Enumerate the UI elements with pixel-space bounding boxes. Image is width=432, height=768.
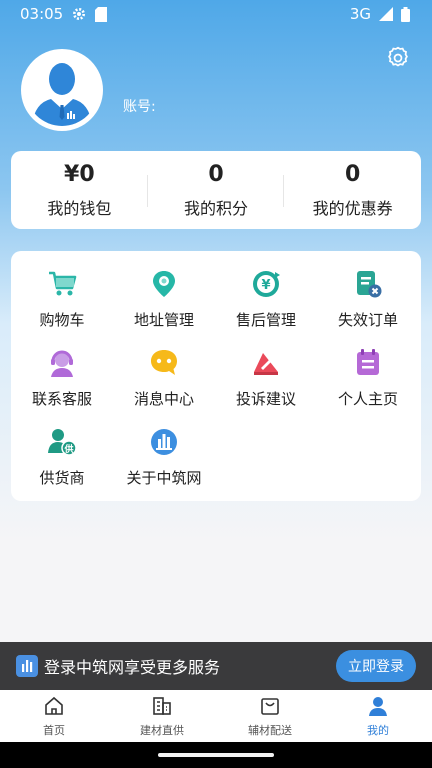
signal-icon	[379, 7, 393, 21]
menu-profile-page[interactable]: 个人主页	[317, 348, 419, 420]
menu-card: 购物车 地址管理 ¥ 售后管理 失效订单 联系客服 消息中心 投诉建议 个人主页…	[11, 251, 421, 501]
tab-mine[interactable]: 我的	[324, 690, 432, 742]
network-type: 3G	[349, 5, 371, 23]
sim-card-icon	[95, 6, 108, 22]
home-icon	[43, 695, 65, 717]
points-label: 我的积分	[184, 199, 249, 218]
tab-label: 我的	[367, 723, 389, 737]
menu-after-sales[interactable]: ¥ 售后管理	[215, 269, 317, 341]
zhongzhu-logo-icon	[16, 655, 38, 677]
battery-icon	[401, 6, 410, 22]
menu-label: 地址管理	[133, 311, 194, 329]
supplier-icon: 供	[47, 427, 77, 457]
customer-service-icon	[47, 348, 77, 378]
login-button[interactable]: 立即登录	[336, 650, 416, 682]
bottom-tab-bar: 首页 建材直供 辅材配送 我的	[0, 690, 432, 742]
menu-supplier[interactable]: 供 供货商	[11, 427, 113, 499]
yen-refund-icon: ¥	[251, 269, 281, 299]
menu-cart[interactable]: 购物车	[11, 269, 113, 341]
coupons-label: 我的优惠券	[312, 199, 393, 218]
stat-points[interactable]: 0 我的积分	[148, 151, 285, 229]
menu-label: 关于中筑网	[126, 469, 202, 487]
gear-icon	[385, 45, 411, 75]
home-indicator[interactable]	[158, 753, 274, 757]
building-icon	[151, 695, 173, 717]
shopping-bag-icon	[259, 695, 281, 717]
points-value: 0	[208, 162, 224, 187]
avatar[interactable]	[21, 49, 103, 131]
location-pin-icon	[149, 269, 179, 299]
wallet-label: 我的钱包	[47, 199, 112, 218]
settings-gear-icon	[71, 6, 87, 22]
profile-page-icon	[353, 348, 383, 378]
tab-label: 首页	[43, 723, 65, 737]
account-label: 账号:	[123, 99, 156, 115]
menu-about[interactable]: 关于中筑网	[113, 427, 215, 499]
message-icon	[149, 348, 179, 378]
wallet-value: ¥0	[64, 162, 95, 187]
system-navigation-bar	[0, 742, 432, 768]
complaint-icon	[251, 348, 281, 378]
coupons-value: 0	[345, 162, 361, 187]
tab-building-materials[interactable]: 建材直供	[108, 690, 216, 742]
stat-wallet[interactable]: ¥0 我的钱包	[11, 151, 148, 229]
invalid-order-icon	[353, 269, 383, 299]
menu-label: 供货商	[39, 469, 85, 487]
svg-text:供: 供	[63, 443, 73, 455]
user-icon	[367, 695, 389, 717]
login-banner: 登录中筑网享受更多服务 立即登录	[0, 642, 432, 690]
menu-address[interactable]: 地址管理	[113, 269, 215, 341]
cart-icon	[47, 269, 77, 299]
tab-home[interactable]: 首页	[0, 690, 108, 742]
tab-label: 辅材配送	[248, 723, 292, 737]
stat-coupons[interactable]: 0 我的优惠券	[284, 151, 421, 229]
menu-label: 售后管理	[235, 311, 296, 329]
banner-text: 登录中筑网享受更多服务	[44, 658, 221, 677]
tab-label: 建材直供	[140, 723, 184, 737]
menu-customer-service[interactable]: 联系客服	[11, 348, 113, 420]
settings-button[interactable]	[384, 46, 412, 74]
menu-invalid-orders[interactable]: 失效订单	[317, 269, 419, 341]
menu-label: 失效订单	[337, 311, 398, 329]
menu-label: 投诉建议	[235, 390, 296, 408]
menu-label: 消息中心	[133, 390, 194, 408]
status-time: 03:05	[20, 5, 64, 23]
about-logo-icon	[149, 427, 179, 457]
svg-text:¥: ¥	[261, 278, 270, 293]
menu-label: 个人主页	[337, 390, 398, 408]
stats-card: ¥0 我的钱包 0 我的积分 0 我的优惠券	[11, 151, 421, 229]
menu-messages[interactable]: 消息中心	[113, 348, 215, 420]
status-bar: 03:05 3G	[0, 0, 432, 28]
menu-label: 联系客服	[31, 390, 92, 408]
menu-label: 购物车	[39, 311, 85, 329]
menu-complaints[interactable]: 投诉建议	[215, 348, 317, 420]
tab-auxiliary-delivery[interactable]: 辅材配送	[216, 690, 324, 742]
